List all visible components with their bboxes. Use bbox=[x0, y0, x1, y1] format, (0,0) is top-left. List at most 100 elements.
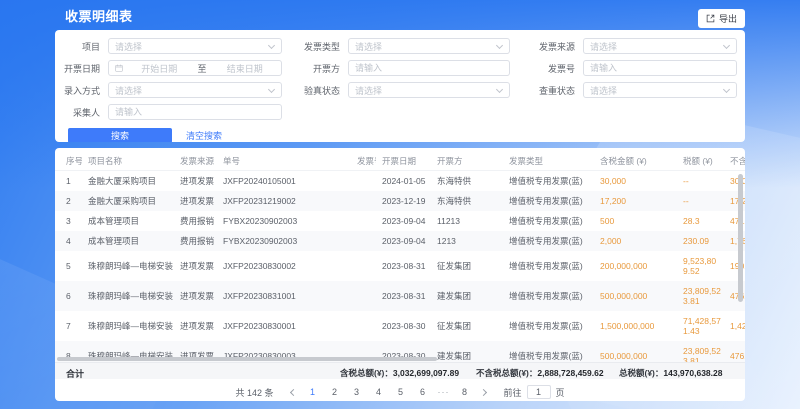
chevron-left-icon bbox=[290, 388, 297, 395]
column-header-order-no: 单号 bbox=[217, 153, 351, 170]
cell-invoice-date: 2024-01-05 bbox=[376, 170, 431, 191]
verify-status-select[interactable]: 请选择 bbox=[348, 82, 510, 98]
pagination-page-1[interactable]: 1 bbox=[306, 387, 320, 397]
invoice-no-input[interactable] bbox=[584, 61, 736, 75]
filter-row-1: 项目 请选择 发票类型 请选择 发票来源 请选择 bbox=[55, 38, 737, 54]
chevron-down-icon bbox=[268, 85, 275, 92]
cell-issuer: 建发集团 bbox=[431, 281, 503, 311]
date-range-separator: 至 bbox=[196, 62, 209, 75]
column-header-index: 序号 bbox=[55, 153, 82, 170]
cell-project-name: 金融大厦采购项目 bbox=[82, 191, 174, 211]
pagination-page-6[interactable]: 6 bbox=[416, 387, 430, 397]
summary-amount-excl-tax: 不含税总额(¥)：2,888,728,459.62 bbox=[476, 367, 604, 379]
cell-invoice-date: 2023-12-19 bbox=[376, 191, 431, 211]
column-header-project-name: 项目名称 bbox=[82, 153, 174, 170]
issuer-field-wrap bbox=[348, 60, 510, 76]
invoice-type-select[interactable]: 请选择 bbox=[348, 38, 510, 54]
invoice-no-field-wrap bbox=[583, 60, 737, 76]
table-row[interactable]: 1金融大厦采购项目进项发票JXFP202401050012024-01-05东海… bbox=[55, 170, 745, 191]
cell-invoice-source: 进项发票 bbox=[174, 191, 217, 211]
dedup-status-label: 查重状态 bbox=[510, 84, 575, 97]
cell-project-name: 金融大厦采购项目 bbox=[82, 170, 174, 191]
pagination-page-5[interactable]: 5 bbox=[394, 387, 408, 397]
summary-total-label: 合计 bbox=[66, 367, 84, 380]
main-content: 收票明细表 导出 项目 请选择 发票类型 请选择 bbox=[55, 0, 745, 401]
pagination-page-2[interactable]: 2 bbox=[328, 387, 342, 397]
cell-invoice-source: 进项发票 bbox=[174, 170, 217, 191]
collector-field-wrap bbox=[108, 104, 282, 120]
filter-row-2: 开票日期 开始日期 至 结束日期 开票方 发票号 bbox=[55, 60, 737, 76]
end-date-placeholder: 结束日期 bbox=[209, 62, 282, 75]
collector-label: 采集人 bbox=[55, 106, 100, 119]
pagination-page-8[interactable]: 8 bbox=[458, 387, 472, 397]
export-button[interactable]: 导出 bbox=[698, 9, 745, 28]
project-select[interactable]: 请选择 bbox=[108, 38, 282, 54]
table-row[interactable]: 6珠穆朗玛峰—电梯安装进项发票JXFP202308310012023-08-31… bbox=[55, 281, 745, 311]
cell-amount-incl-tax: 200,000,000 bbox=[594, 251, 677, 281]
table-row[interactable]: 5珠穆朗玛峰—电梯安装进项发票JXFP202308300022023-08-31… bbox=[55, 251, 745, 281]
filter-row-3: 录入方式 请选择 验真状态 请选择 查重状态 请选择 bbox=[55, 82, 737, 98]
pagination-page-4[interactable]: 4 bbox=[372, 387, 386, 397]
chevron-down-icon bbox=[496, 85, 503, 92]
table-row[interactable]: 4成本管理项目费用报销FYBX202309020032023-09-041213… bbox=[55, 231, 745, 251]
filter-actions: 搜索 清空搜索 bbox=[68, 128, 737, 142]
vertical-scrollbar[interactable] bbox=[738, 174, 743, 302]
cell-invoice-no bbox=[351, 251, 376, 281]
table-row[interactable]: 2金融大厦采购项目进项发票JXFP202312190022023-12-19东海… bbox=[55, 191, 745, 211]
table-row[interactable]: 7珠穆朗玛峰—电梯安装进项发票JXFP202308300012023-08-30… bbox=[55, 311, 745, 341]
chevron-down-icon bbox=[723, 41, 730, 48]
cell-invoice-type: 增值税专用发票(蓝) bbox=[503, 170, 594, 191]
summary-row: 合计 含税总额(¥)：3,032,699,097.89 不含税总额(¥)：2,8… bbox=[55, 362, 745, 379]
cell-tax-amount: -- bbox=[677, 170, 724, 191]
cell-invoice-date: 2023-08-31 bbox=[376, 251, 431, 281]
chevron-down-icon bbox=[496, 41, 503, 48]
start-date-placeholder: 开始日期 bbox=[123, 62, 196, 75]
pagination-prev-button[interactable] bbox=[286, 385, 302, 399]
entry-method-select[interactable]: 请选择 bbox=[108, 82, 282, 98]
cell-index: 3 bbox=[55, 211, 82, 231]
cell-order-no: JXFP20231219002 bbox=[217, 191, 351, 211]
cell-issuer: 1213 bbox=[431, 231, 503, 251]
cell-amount-incl-tax: 500,000,000 bbox=[594, 281, 677, 311]
issuer-input[interactable] bbox=[349, 61, 509, 75]
filter-panel: 项目 请选择 发票类型 请选择 发票来源 请选择 开票日期 bbox=[55, 30, 745, 142]
export-icon bbox=[706, 14, 715, 23]
invoice-no-label: 发票号 bbox=[510, 62, 575, 75]
project-select-placeholder: 请选择 bbox=[109, 40, 265, 53]
page-jump-input[interactable] bbox=[527, 385, 551, 399]
column-header-invoice-no: 发票号 bbox=[351, 153, 376, 170]
cell-amount-incl-tax: 500 bbox=[594, 211, 677, 231]
column-header-invoice-date: 开票日期 bbox=[376, 153, 431, 170]
cell-order-no: JXFP20230831001 bbox=[217, 281, 351, 311]
pagination-next-button[interactable] bbox=[476, 385, 492, 399]
pagination-pages: 123456 ··· 8 bbox=[302, 387, 476, 397]
cell-tax-amount: 23,809,523.81 bbox=[677, 341, 724, 363]
cell-invoice-source: 进项发票 bbox=[174, 311, 217, 341]
top-bar: 收票明细表 导出 bbox=[55, 0, 745, 30]
cell-invoice-type: 增值税专用发票(蓝) bbox=[503, 231, 594, 251]
cell-invoice-date: 2023-08-31 bbox=[376, 281, 431, 311]
cell-amount-excl-tax: 476,190,476.19 bbox=[724, 341, 745, 363]
invoice-source-select[interactable]: 请选择 bbox=[583, 38, 737, 54]
invoice-type-select-placeholder: 请选择 bbox=[349, 40, 493, 53]
cell-tax-amount: 28.3 bbox=[677, 211, 724, 231]
collector-input[interactable] bbox=[109, 105, 281, 119]
chevron-right-icon bbox=[480, 388, 487, 395]
search-button[interactable]: 搜索 bbox=[68, 128, 172, 142]
cell-order-no: JXFP20230830002 bbox=[217, 251, 351, 281]
table-panel: 序号项目名称发票来源单号发票号开票日期开票方发票类型含税金额 (¥)税额 (¥)… bbox=[55, 148, 745, 401]
pagination-total-count: 共 142 条 bbox=[235, 386, 273, 399]
pagination-page-3[interactable]: 3 bbox=[350, 387, 364, 397]
horizontal-scrollbar[interactable] bbox=[57, 357, 437, 361]
project-label: 项目 bbox=[55, 40, 100, 53]
invoice-date-range-picker[interactable]: 开始日期 至 结束日期 bbox=[108, 60, 282, 76]
cell-invoice-no bbox=[351, 211, 376, 231]
clear-search-link[interactable]: 清空搜索 bbox=[186, 129, 222, 142]
dedup-status-select[interactable]: 请选择 bbox=[583, 82, 737, 98]
table-row[interactable]: 3成本管理项目费用报销FYBX202309020032023-09-041121… bbox=[55, 211, 745, 231]
cell-order-no: FYBX20230902003 bbox=[217, 231, 351, 251]
cell-index: 4 bbox=[55, 231, 82, 251]
cell-issuer: 11213 bbox=[431, 211, 503, 231]
pagination-ellipsis: ··· bbox=[438, 387, 450, 397]
chevron-down-icon bbox=[723, 85, 730, 92]
